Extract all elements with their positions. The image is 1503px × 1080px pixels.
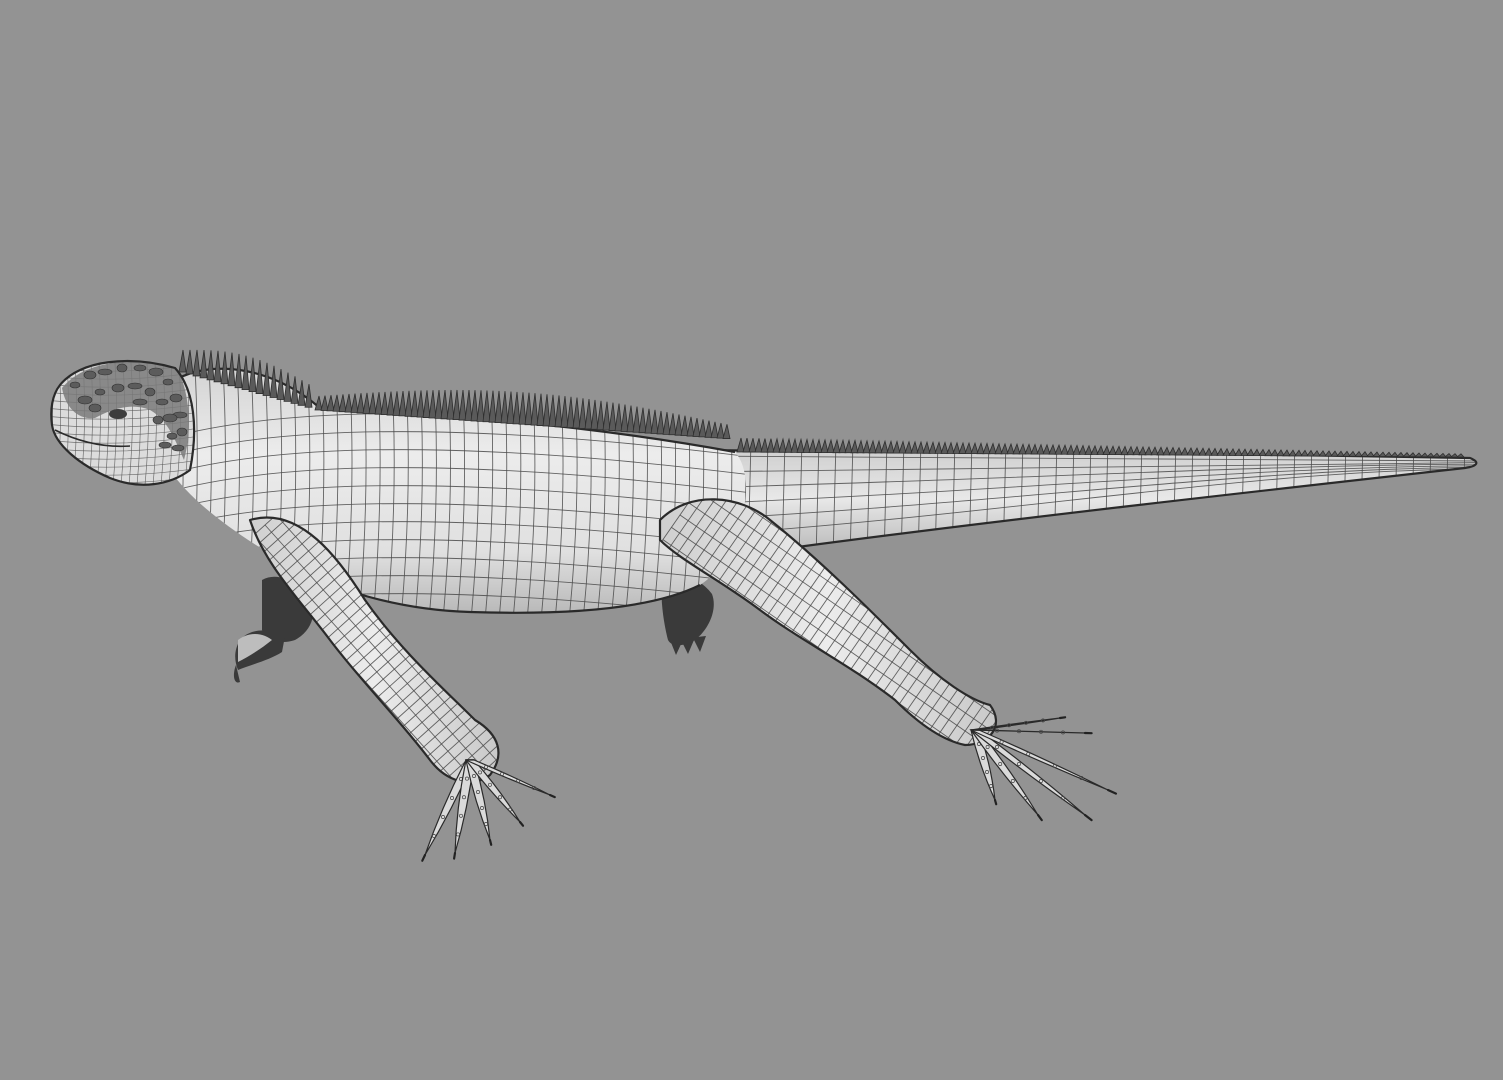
3d-viewport[interactable] xyxy=(0,0,1503,1080)
torso xyxy=(170,367,747,614)
tail xyxy=(689,448,1478,550)
head xyxy=(50,359,196,486)
iguana-model xyxy=(50,349,1478,862)
